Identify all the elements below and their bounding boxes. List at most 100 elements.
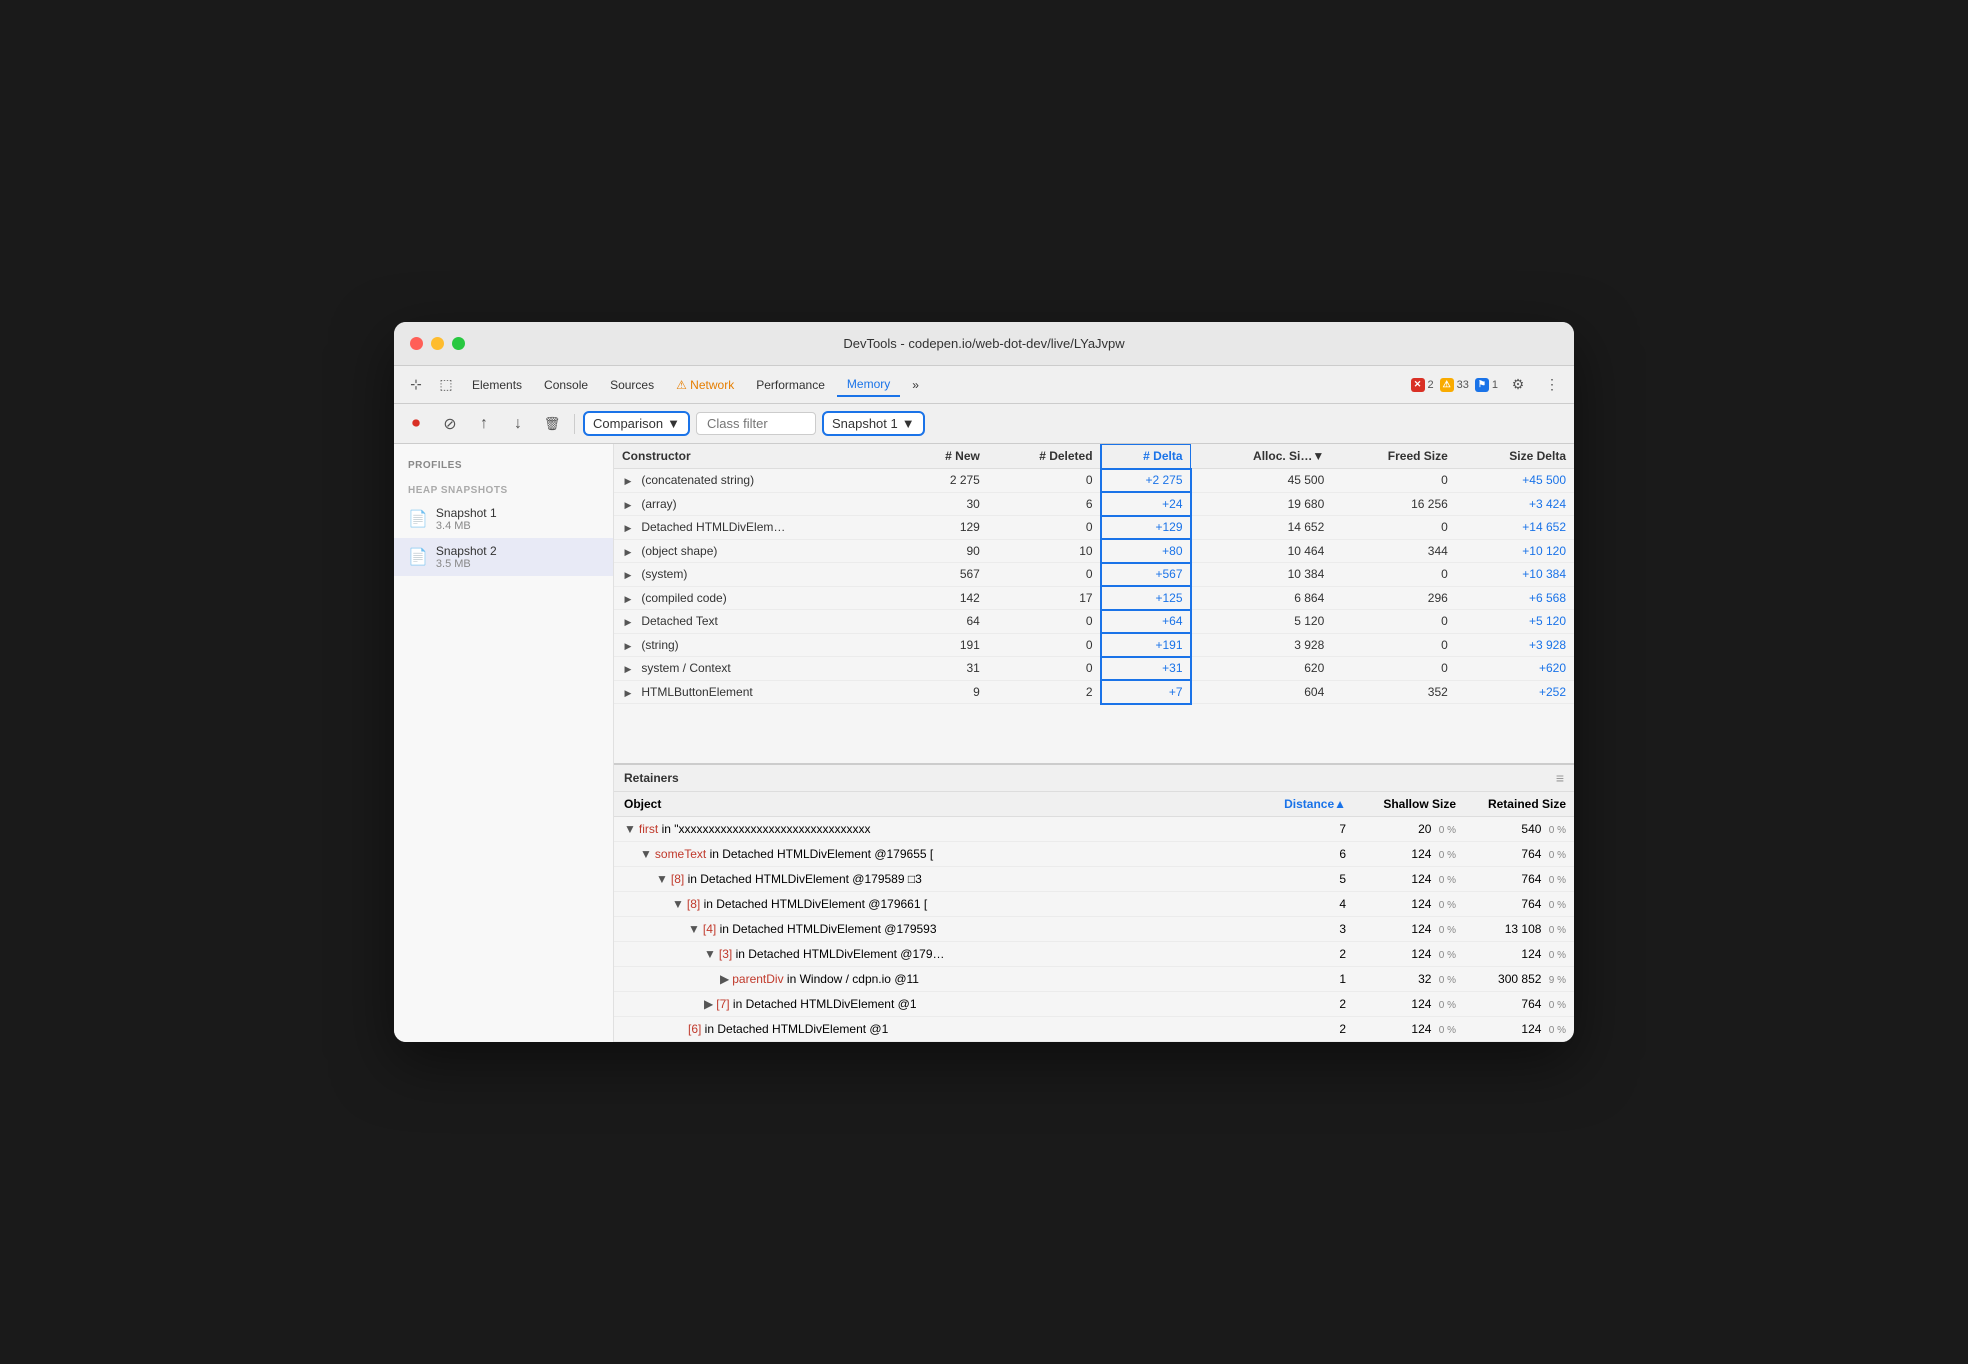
expand-icon[interactable]: ▶ — [622, 523, 634, 535]
cell-constructor: ▶ (array) — [614, 492, 906, 516]
ret-header-retained[interactable]: Retained Size — [1464, 792, 1574, 816]
retainer-distance: 7 — [1254, 817, 1354, 841]
retainer-row[interactable]: [6] in Detached HTMLDivElement @1 2 124 … — [614, 1017, 1574, 1042]
table-row[interactable]: ▶ HTMLButtonElement 9 2 +7 604 352 +252 — [614, 680, 1574, 704]
cell-delta: +24 — [1101, 492, 1191, 516]
sidebar: Profiles HEAP SNAPSHOTS 📄 Snapshot 1 3.4… — [394, 444, 614, 1042]
tab-memory[interactable]: Memory — [837, 373, 900, 397]
table-row[interactable]: ▶ (object shape) 90 10 +80 10 464 344 +1… — [614, 539, 1574, 563]
trash-icon[interactable]: 🗑 — [538, 410, 566, 438]
col-delta[interactable]: # Delta — [1101, 444, 1191, 469]
expand-icon[interactable]: ▶ — [622, 546, 634, 558]
retainer-row[interactable]: ▶parentDiv in Window / cdpn.io @11 1 32 … — [614, 967, 1574, 992]
retainers-body: ▼first in "xxxxxxxxxxxxxxxxxxxxxxxxxxxxx… — [614, 817, 1574, 1042]
ret-header-distance[interactable]: Distance▲ — [1254, 792, 1354, 816]
table-row[interactable]: ▶ Detached HTMLDivElem… 129 0 +129 14 65… — [614, 516, 1574, 540]
table-row[interactable]: ▶ (concatenated string) 2 275 0 +2 275 4… — [614, 469, 1574, 493]
expand-icon[interactable]: ▶ — [622, 664, 634, 676]
ret-header-object[interactable]: Object — [614, 792, 1254, 816]
info-count: 1 — [1492, 379, 1498, 391]
devtools-window: DevTools - codepen.io/web-dot-dev/live/L… — [394, 322, 1574, 1042]
cell-size-delta: +6 568 — [1456, 586, 1574, 610]
retainer-row[interactable]: ▼someText in Detached HTMLDivElement @17… — [614, 842, 1574, 867]
expand-icon[interactable]: ▶ — [622, 593, 634, 605]
col-size-delta[interactable]: Size Delta — [1456, 444, 1574, 469]
expand-icon[interactable]: ▶ — [622, 617, 634, 629]
snapshot-item-1[interactable]: 📄 Snapshot 1 3.4 MB — [394, 500, 613, 538]
tab-sources[interactable]: Sources — [600, 374, 664, 396]
expand-icon[interactable]: ▶ — [622, 640, 634, 652]
retainer-distance: 6 — [1254, 842, 1354, 866]
expand-icon[interactable]: ▶ — [622, 499, 634, 511]
retainer-row[interactable]: ▼[8] in Detached HTMLDivElement @179661 … — [614, 892, 1574, 917]
snapshot-item-2[interactable]: 📄 Snapshot 2 3.5 MB — [394, 538, 613, 576]
snapshot-name-1: Snapshot 1 — [436, 506, 599, 520]
cell-alloc: 620 — [1191, 657, 1333, 681]
ret-header-shallow[interactable]: Shallow Size — [1354, 792, 1464, 816]
retainer-retained-pct: 9 % — [1549, 975, 1566, 986]
retainer-keyword: [8] — [671, 872, 684, 886]
col-alloc[interactable]: Alloc. Si…▼ — [1191, 444, 1333, 469]
snapshot-dropdown[interactable]: Snapshot 1 ▼ — [822, 411, 925, 436]
retainer-row[interactable]: ▼[3] in Detached HTMLDivElement @179… 2 … — [614, 942, 1574, 967]
expand-icon[interactable]: ▶ — [622, 570, 634, 582]
cell-size-delta: +10 120 — [1456, 539, 1574, 563]
retainer-row[interactable]: ▼[4] in Detached HTMLDivElement @179593 … — [614, 917, 1574, 942]
table-row[interactable]: ▶ (string) 191 0 +191 3 928 0 +3 928 — [614, 633, 1574, 657]
snapshot-name-2: Snapshot 2 — [436, 544, 599, 558]
download-button[interactable]: ↓ — [504, 410, 532, 438]
table-row[interactable]: ▶ system / Context 31 0 +31 620 0 +620 — [614, 657, 1574, 681]
tab-elements[interactable]: Elements — [462, 374, 532, 396]
col-freed[interactable]: Freed Size — [1332, 444, 1456, 469]
table-row[interactable]: ▶ (compiled code) 142 17 +125 6 864 296 … — [614, 586, 1574, 610]
retainer-keyword: [8] — [687, 897, 700, 911]
clear-button[interactable]: ⊘ — [436, 410, 464, 438]
expand-icon[interactable]: ▶ — [622, 687, 634, 699]
cell-size-delta: +252 — [1456, 680, 1574, 704]
cell-alloc: 14 652 — [1191, 516, 1333, 540]
cell-alloc: 10 384 — [1191, 563, 1333, 587]
inspect-icon[interactable]: ⬚ — [432, 371, 460, 399]
retainer-retained: 300 852 9 % — [1464, 967, 1574, 991]
retainer-arrow-icon: ▼ — [640, 847, 652, 861]
comparison-dropdown[interactable]: Comparison ▼ — [583, 411, 690, 436]
retainer-row[interactable]: ▼[8] in Detached HTMLDivElement @179589 … — [614, 867, 1574, 892]
cursor-icon[interactable]: ⊹ — [402, 371, 430, 399]
cell-alloc: 45 500 — [1191, 469, 1333, 493]
maximize-button[interactable] — [452, 337, 465, 350]
col-constructor[interactable]: Constructor — [614, 444, 906, 469]
col-deleted[interactable]: # Deleted — [988, 444, 1101, 469]
more-options-icon[interactable]: ⋮ — [1538, 371, 1566, 399]
heap-snapshots-title: HEAP SNAPSHOTS — [394, 477, 613, 500]
retainer-text: in Detached HTMLDivElement @1 — [730, 997, 917, 1011]
tab-console[interactable]: Console — [534, 374, 598, 396]
retainer-keyword: [7] — [716, 997, 729, 1011]
retainer-row[interactable]: ▶[7] in Detached HTMLDivElement @1 2 124… — [614, 992, 1574, 1017]
cell-freed: 352 — [1332, 680, 1456, 704]
cell-delta: +31 — [1101, 657, 1191, 681]
retainer-shallow-pct: 0 % — [1439, 925, 1456, 936]
col-new[interactable]: # New — [906, 444, 988, 469]
table-row[interactable]: ▶ Detached Text 64 0 +64 5 120 0 +5 120 — [614, 610, 1574, 634]
upload-button[interactable]: ↑ — [470, 410, 498, 438]
table-row[interactable]: ▶ (array) 30 6 +24 19 680 16 256 +3 424 — [614, 492, 1574, 516]
close-button[interactable] — [410, 337, 423, 350]
retainer-retained-pct: 0 % — [1549, 875, 1566, 886]
retainer-row[interactable]: ▼first in "xxxxxxxxxxxxxxxxxxxxxxxxxxxxx… — [614, 817, 1574, 842]
retainers-scroll-icon: ≡ — [1556, 770, 1564, 786]
table-row[interactable]: ▶ (system) 567 0 +567 10 384 0 +10 384 — [614, 563, 1574, 587]
settings-icon[interactable]: ⚙ — [1504, 371, 1532, 399]
retainer-retained: 764 0 % — [1464, 842, 1574, 866]
expand-icon[interactable]: ▶ — [622, 476, 634, 488]
class-filter-input[interactable] — [696, 412, 816, 435]
cell-alloc: 19 680 — [1191, 492, 1333, 516]
cell-freed: 0 — [1332, 633, 1456, 657]
record-button[interactable]: ⏺ — [402, 410, 430, 438]
cell-freed: 16 256 — [1332, 492, 1456, 516]
minimize-button[interactable] — [431, 337, 444, 350]
tab-more[interactable]: » — [902, 374, 929, 396]
tab-performance[interactable]: Performance — [746, 374, 835, 396]
retainer-text: in "xxxxxxxxxxxxxxxxxxxxxxxxxxxxxxxx — [658, 822, 870, 836]
retainer-retained: 124 0 % — [1464, 1017, 1574, 1041]
tab-network[interactable]: ⚠ Network — [666, 374, 744, 396]
